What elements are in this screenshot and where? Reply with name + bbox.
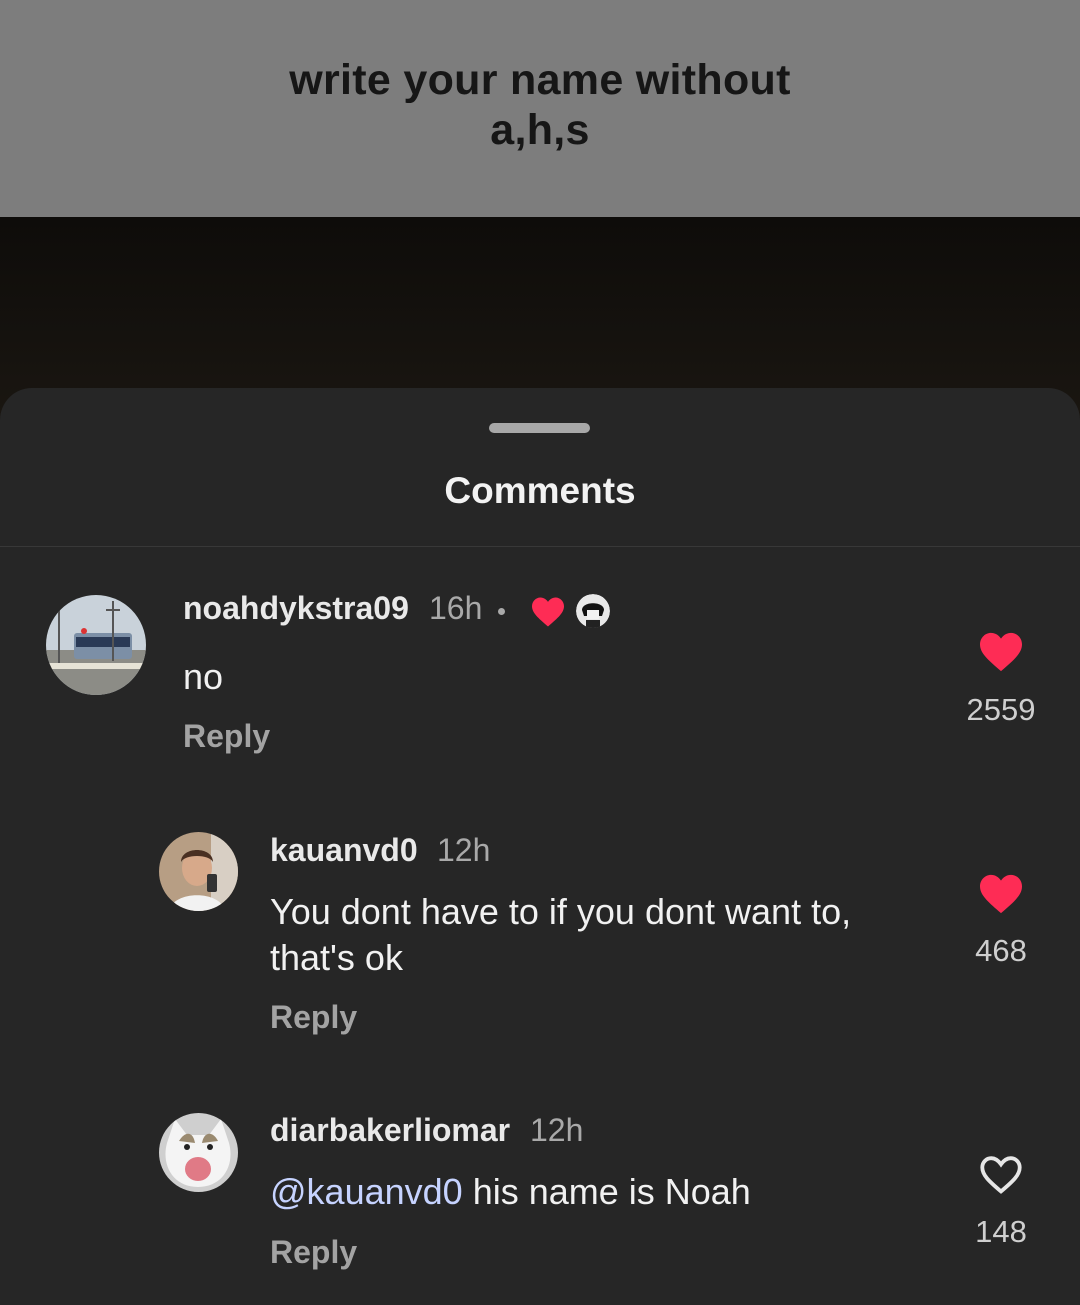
comment-text-line-1: You dont have to if you dont want to,: [270, 891, 852, 932]
caption-line-1: write your name without: [289, 56, 791, 104]
comment-time: 16h: [429, 590, 483, 626]
like-count: 2559: [966, 692, 1036, 727]
header-divider: [0, 546, 1080, 547]
avatar[interactable]: [159, 832, 238, 911]
comment-username[interactable]: noahdykstra09: [183, 590, 409, 627]
like-heart-icon[interactable]: [977, 631, 1025, 678]
sheet-drag-handle[interactable]: [489, 423, 590, 433]
like-heart-icon[interactable]: [977, 873, 1025, 920]
comments-sheet: Comments noahdykstra09 16h no Reply 2559…: [0, 388, 1080, 1305]
comment-username[interactable]: diarbakerliomar: [270, 1112, 510, 1149]
comment-username[interactable]: kauanvd0: [270, 832, 418, 869]
like-count: 148: [975, 1214, 1027, 1249]
comment-text: no: [183, 656, 224, 697]
comments-title: Comments: [444, 470, 636, 511]
reply-button[interactable]: Reply: [270, 999, 357, 1036]
separator-dot: [498, 608, 505, 615]
comment-text-line-2: that's ok: [270, 937, 403, 978]
comment-time: 12h: [530, 1112, 584, 1148]
video-caption-banner: write your name without a,h,s: [0, 0, 1080, 217]
reply-button[interactable]: Reply: [183, 718, 270, 755]
comment-text: @kauanvd0 his name is Noah: [270, 1169, 751, 1215]
video-caption: write your name without a,h,s: [0, 55, 1080, 155]
avatar[interactable]: [46, 595, 146, 695]
caption-line-2: a,h,s: [490, 106, 590, 154]
comment-text-rest: his name is Noah: [462, 1171, 751, 1212]
like-heart-outline-icon[interactable]: [977, 1154, 1025, 1201]
creator-avatar-badge: [576, 594, 610, 628]
avatar[interactable]: [159, 1113, 238, 1192]
reply-button[interactable]: Reply: [270, 1234, 357, 1271]
like-count: 468: [975, 933, 1027, 968]
comment-text: You dont have to if you dont want to, th…: [270, 889, 851, 981]
mention-link[interactable]: @kauanvd0: [270, 1171, 463, 1212]
comment-time: 12h: [437, 832, 491, 868]
creator-liked-heart-icon: [530, 596, 566, 633]
video-background[interactable]: [0, 217, 1080, 417]
